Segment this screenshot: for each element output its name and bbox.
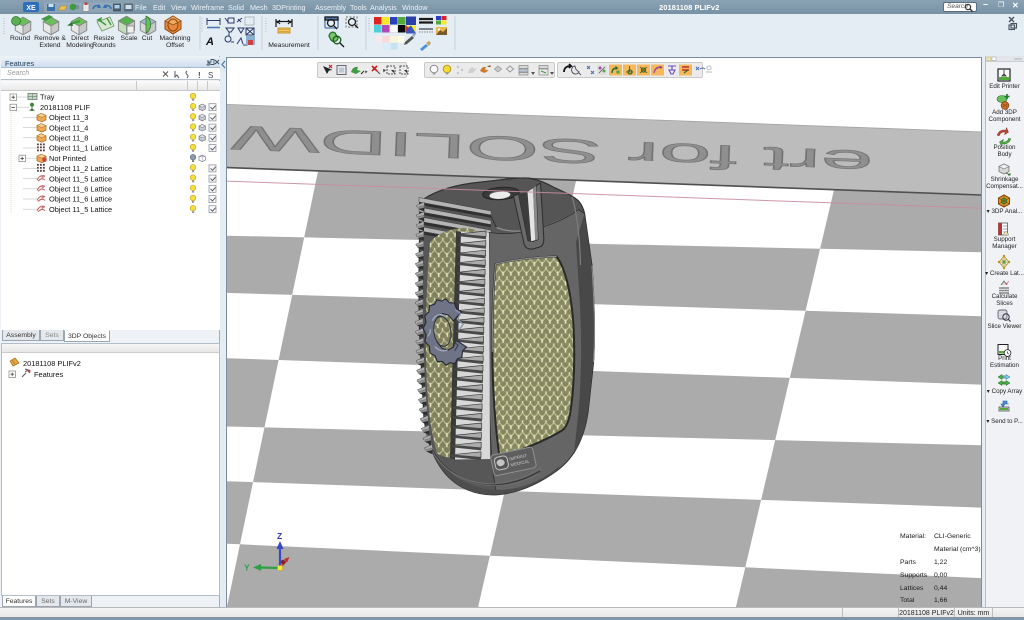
svg-text:Object 11_5 Lattice: Object 11_5 Lattice [49,205,112,214]
svg-text:✓: ✓ [1005,281,1010,287]
svg-text:Object 11_3: Object 11_3 [49,113,88,122]
svg-text:Object 11_6 Lattice: Object 11_6 Lattice [49,195,112,204]
svg-text:20181108 PLIF: 20181108 PLIF [40,103,90,112]
svg-text:Object 11_4: Object 11_4 [49,123,88,132]
svg-text:1,66: 1,66 [934,597,947,604]
svg-text:Z: Z [277,531,282,541]
svg-text:Supports: Supports [900,572,928,579]
svg-text:Object 11_8: Object 11_8 [49,134,88,143]
svg-text:Tray: Tray [40,93,55,102]
svg-text:Object 11_1 Lattice: Object 11_1 Lattice [49,144,112,153]
svg-text:Material (cm^3): Material (cm^3) [934,546,981,553]
svg-text:Not Printed: Not Printed [49,154,86,163]
svg-text:Object 11_6 Lattice: Object 11_6 Lattice [49,185,112,194]
svg-text:0,44: 0,44 [934,585,947,592]
svg-text:20181108 PLIFv2: 20181108 PLIFv2 [23,359,81,368]
svg-text:Object 11_2 Lattice: Object 11_2 Lattice [49,164,112,173]
svg-text:CLI-Generic: CLI-Generic [934,533,971,540]
svg-text:Lattices: Lattices [900,585,924,592]
svg-text:Object 11_5 Lattice: Object 11_5 Lattice [49,174,112,183]
svg-text:0,00: 0,00 [934,572,947,579]
svg-text:Parts: Parts [900,559,916,566]
svg-text:Material:: Material: [900,533,926,540]
svg-text:Y: Y [244,563,250,573]
svg-text:Features: Features [34,370,63,379]
svg-text:1,22: 1,22 [934,559,947,566]
svg-text:Total: Total [900,597,915,604]
